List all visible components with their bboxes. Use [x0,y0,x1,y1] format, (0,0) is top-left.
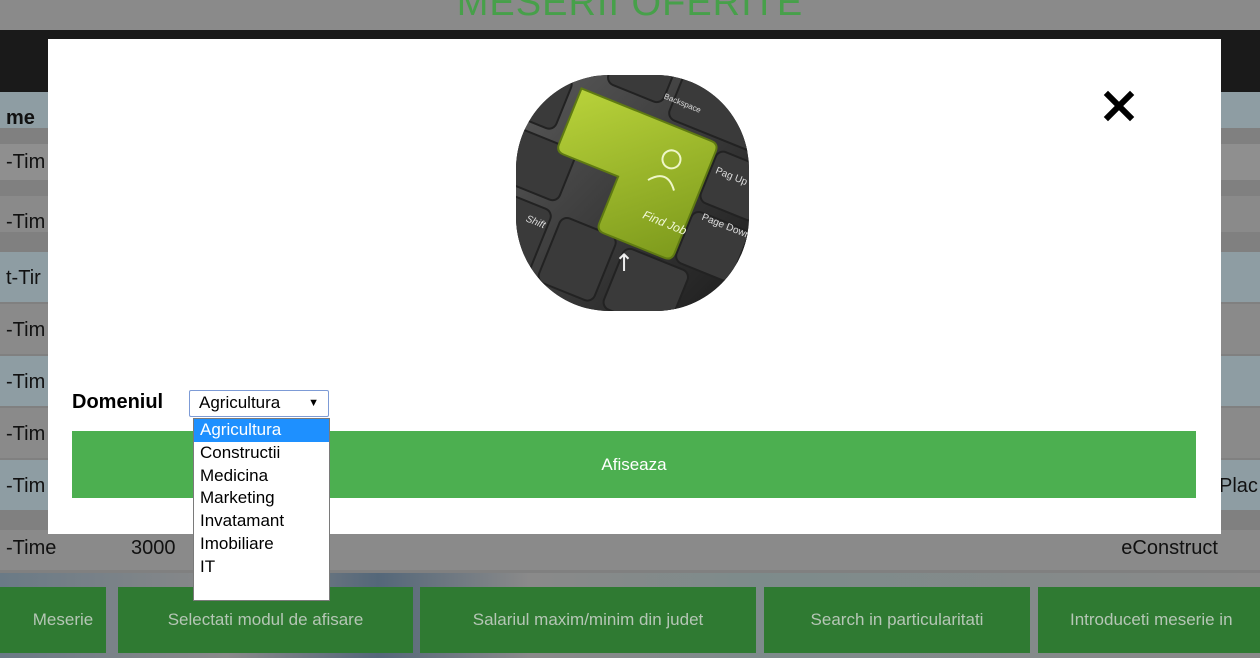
chevron-down-icon: ▼ [308,397,319,409]
table-cell: -Time [6,537,57,559]
page-title-bar: MESERII OFERITE [0,0,1260,30]
table-cell: -Tim [6,151,46,173]
nav-button-search[interactable]: Search in particularitati [764,587,1030,653]
domeniul-select-value: Agricultura [199,393,281,412]
dropdown-option[interactable]: Marketing [194,487,329,510]
domeniul-label: Domeniul [72,391,164,413]
dropdown-option[interactable]: Imobiliare [194,533,329,556]
dropdown-option[interactable]: Agricultura [194,419,329,442]
dropdown-option[interactable]: Medicina [194,465,329,488]
close-button[interactable] [1101,84,1137,124]
dropdown-option[interactable]: Constructii [194,442,329,465]
arrow-up-icon: ↑ [614,249,634,277]
table-cell: t-Tir [6,267,41,289]
dropdown-option[interactable]: IT [194,556,329,579]
nav-button-introduceti[interactable]: Introduceti meserie in [1038,587,1260,653]
keyboard-illustration: Find Job Backspace Shift Pag Up Page Dow… [516,75,749,311]
dropdown-option[interactable]: Invatamant [194,510,329,533]
table-cell: -Tim [6,211,46,233]
table-cell: -Tim [6,371,46,393]
table-cell: 3000 [131,537,176,559]
nav-button-meserie[interactable]: Meserie [0,587,106,653]
table-row: -Time 3000 eConstruct [0,530,1260,570]
table-cell: -Tim [6,423,46,445]
table-cell: -Tim [6,475,46,497]
table-cell: Plac [1219,475,1258,497]
page-title: MESERII OFERITE [456,0,804,24]
table-cell: -Tim [6,319,46,341]
table-cell: eConstruct [1121,537,1218,559]
table-header-cell: me [6,107,35,129]
close-icon [1103,90,1135,122]
find-job-image: Find Job Backspace Shift Pag Up Page Dow… [516,75,749,311]
nav-button-salariu[interactable]: Salariul maxim/minim din judet [420,587,756,653]
domeniul-select[interactable]: Agricultura ▼ [189,390,329,417]
domeniul-dropdown-list: Agricultura Constructii Medicina Marketi… [193,418,330,601]
